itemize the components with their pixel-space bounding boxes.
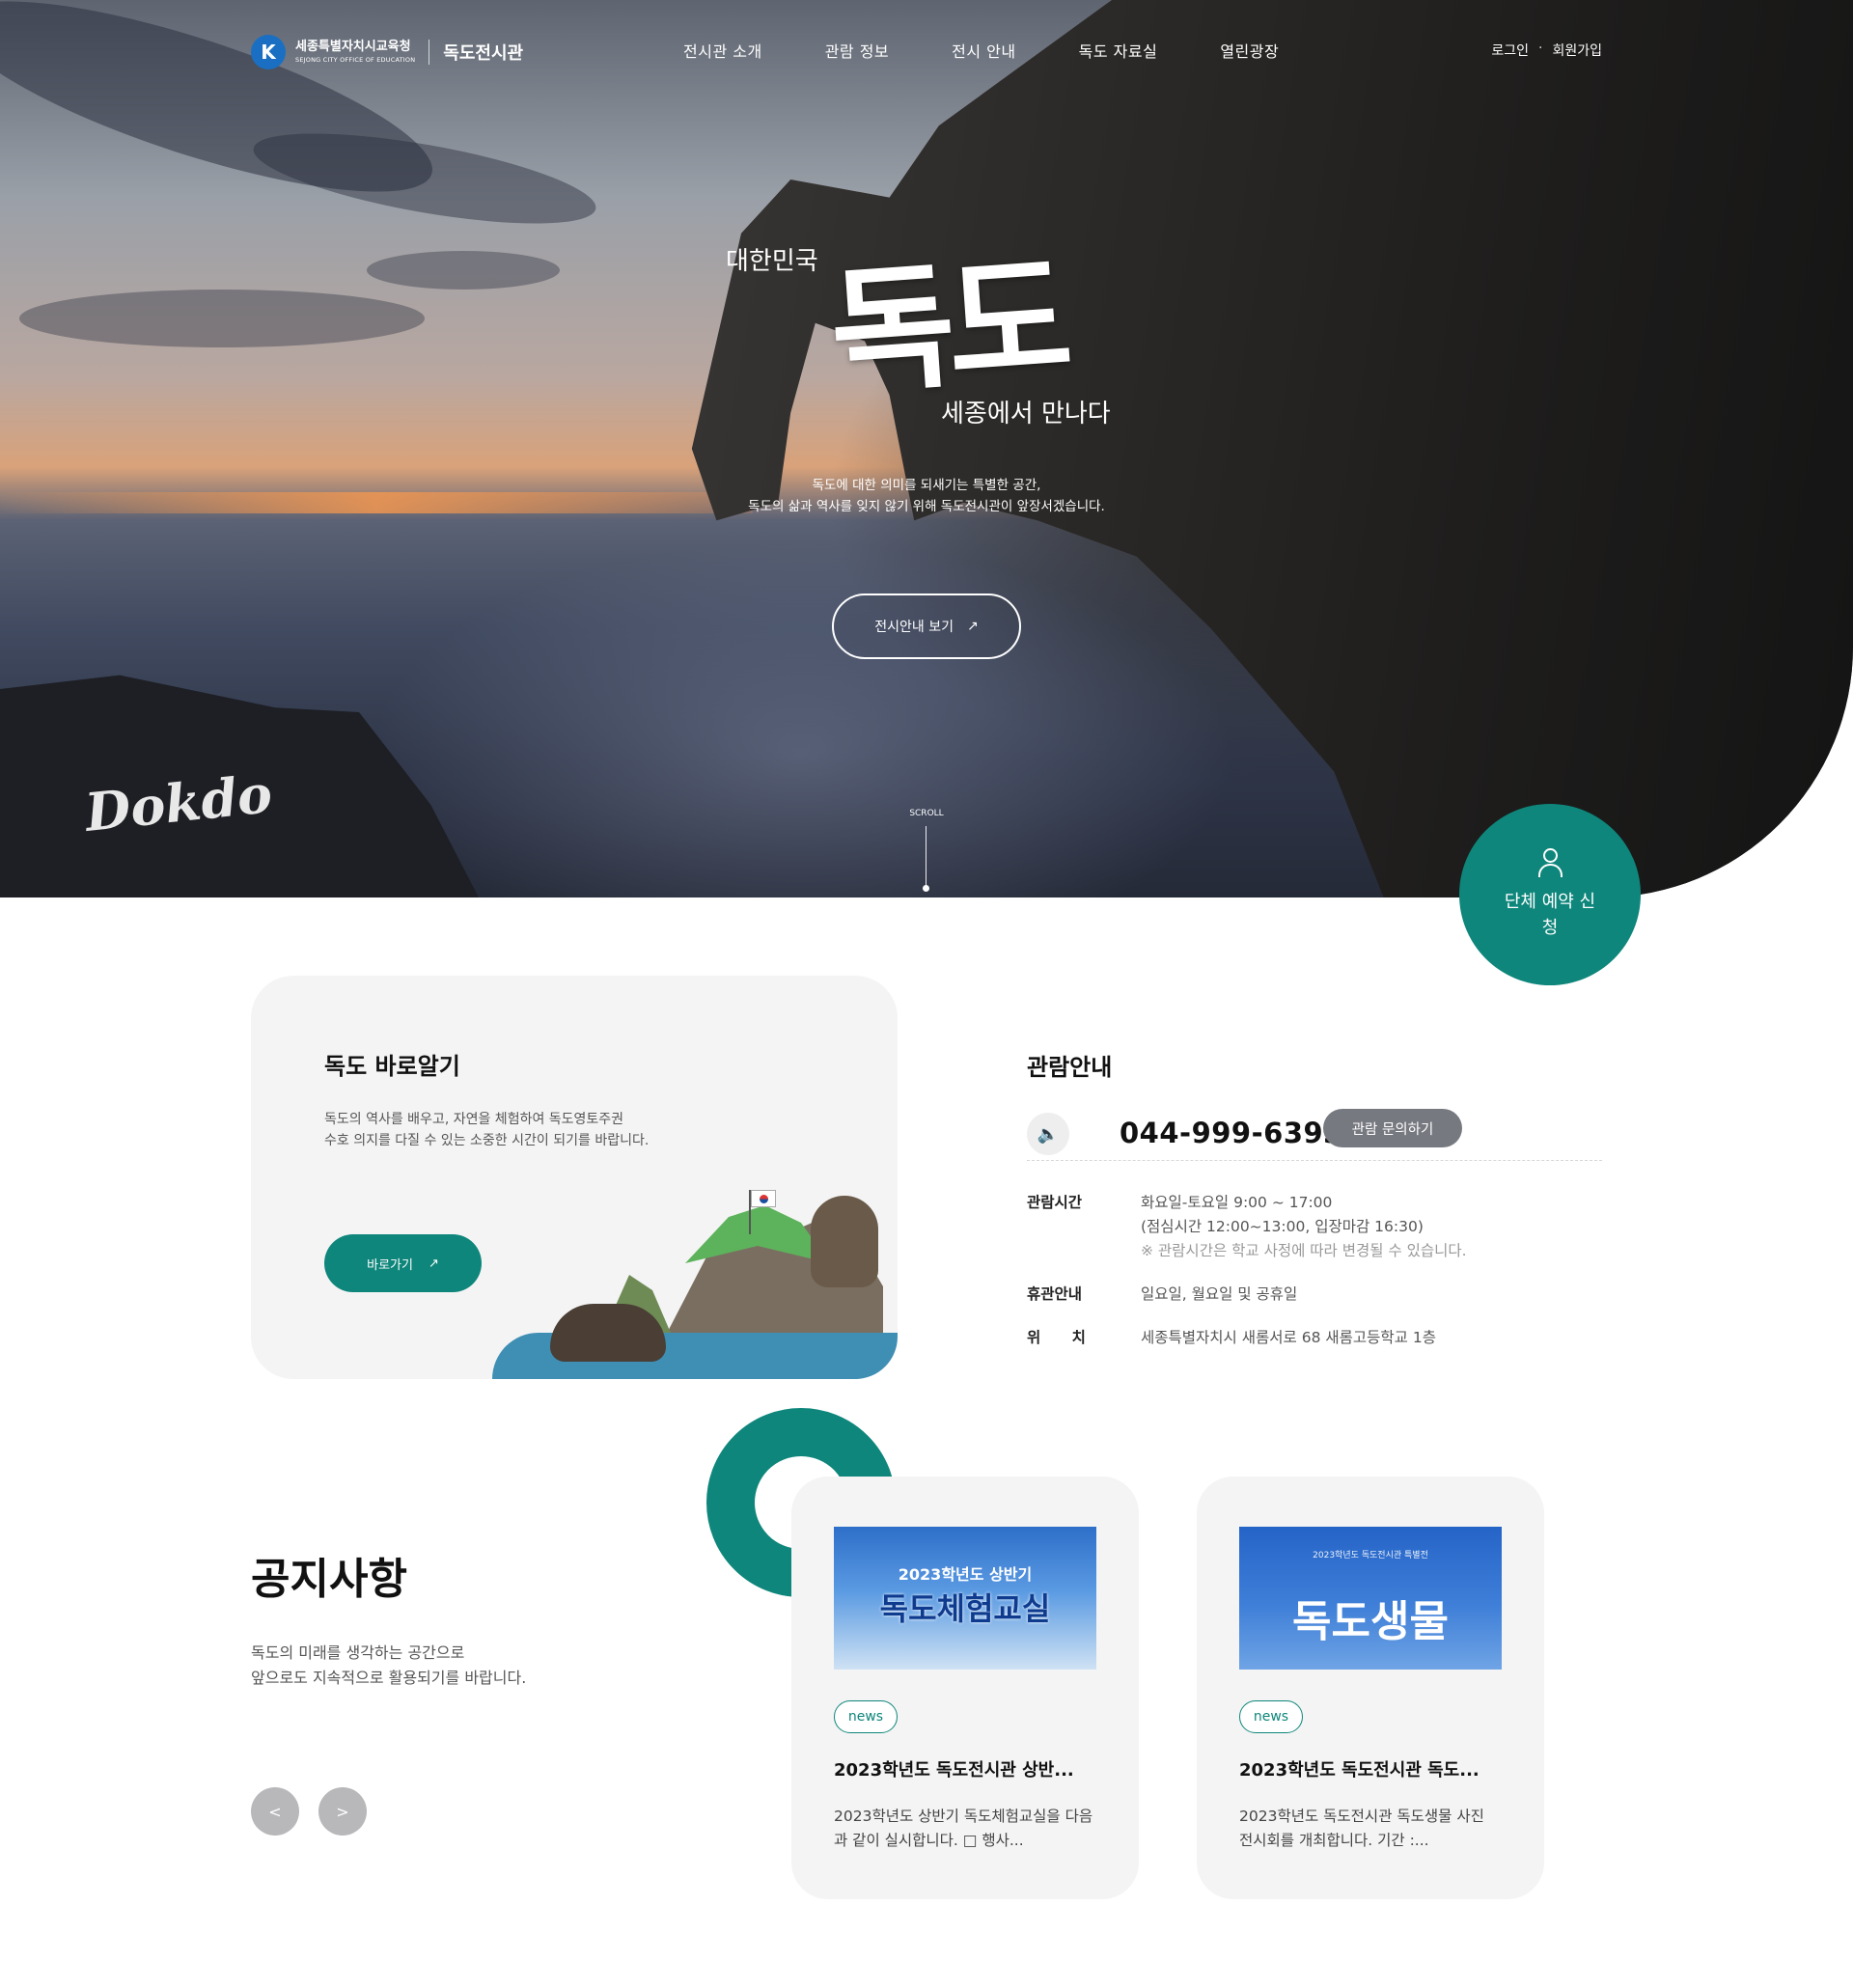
sea-lion-illustration <box>811 1196 878 1287</box>
arrow-up-right-icon: ↗ <box>428 1256 439 1271</box>
dokdo-island-illustration <box>492 1157 898 1379</box>
go-intro-button[interactable]: 바로가기 ↗ <box>324 1234 482 1292</box>
news-thumbnail: 2023학년도 상반기 독도체험교실 <box>834 1527 1096 1670</box>
go-intro-label: 바로가기 <box>367 1257 413 1273</box>
group-reservation-label: 단체 예약 신청 <box>1504 892 1596 938</box>
hours-value: 화요일-토요일 9:00 ~ 17:00 <box>1141 1194 1333 1211</box>
org-name-en: SEJONG CITY OFFICE OF EDUCATION <box>295 55 416 64</box>
phone-row: 🔈 044-999-6393 관람 문의하기 <box>1027 1103 1602 1161</box>
nav-item-open-square[interactable]: 열린광장 <box>1220 39 1279 62</box>
scroll-dot <box>923 885 929 892</box>
utility-links: 로그인 · 회원가입 <box>1491 41 1602 60</box>
hero-title: 독도 <box>825 238 1069 414</box>
thumb-title: 독도생물 <box>1292 1597 1449 1646</box>
main-nav: 전시관 소개 관람 정보 전시 안내 독도 자료실 열린광장 <box>683 39 1341 62</box>
hero-kicker: 대한민국 <box>726 247 818 276</box>
group-reservation-button[interactable]: 단체 예약 신청 <box>1459 804 1641 985</box>
util-separator: · <box>1538 41 1543 56</box>
location-label: 위 치 <box>1027 1329 1086 1346</box>
intro-description: 독도의 역사를 배우고, 자연을 체험하여 독도영토주권 수호 의지를 다질 수… <box>324 1109 730 1151</box>
phone-number: 044-999-6393 <box>1120 1117 1343 1149</box>
hero-subtitle: 세종에서 만나다 <box>941 400 1111 428</box>
news-card[interactable]: 2023학년도 독도전시관 특별전 독도생물 news 2023학년도 독도전시… <box>1197 1477 1544 1899</box>
nav-item-exhibition[interactable]: 전시 안내 <box>952 39 1015 62</box>
education-office-logo-icon: K <box>251 35 286 69</box>
seal-illustration <box>550 1304 666 1362</box>
news-excerpt: 2023학년도 상반기 독도체험교실을 다음과 같이 실시합니다. □ 행사..… <box>834 1808 1093 1849</box>
hours-label: 관람시간 <box>1027 1194 1083 1211</box>
user-icon <box>1535 848 1564 881</box>
nav-item-archive[interactable]: 독도 자료실 <box>1079 39 1158 62</box>
thumb-subtitle: 2023학년도 상반기 <box>898 1565 1033 1584</box>
hours-row: 관람시간 화요일-토요일 9:00 ~ 17:00 (점심시간 12:00~13… <box>1027 1191 1602 1263</box>
news-tag: news <box>1239 1700 1303 1733</box>
news-title[interactable]: 2023학년도 독도전시관 상반... <box>834 1756 1104 1781</box>
news-tag: news <box>834 1700 898 1733</box>
thumb-title: 독도체험교실 <box>879 1590 1051 1627</box>
closed-label: 휴관안내 <box>1027 1285 1083 1303</box>
hero-description: 독도에 대한 의미를 되새기는 특별한 공간, 독도의 삶과 역사를 잊지 않기… <box>637 475 1216 517</box>
location-row: 위 치 세종특별자치시 새롬서로 68 새롬고등학교 1층 <box>1027 1326 1602 1350</box>
closed-value: 일요일, 월요일 및 공휴일 <box>1141 1285 1298 1303</box>
visit-info: 관람안내 🔈 044-999-6393 관람 문의하기 관람시간 화요일-토요일… <box>1027 1048 1602 1346</box>
next-button[interactable]: > <box>318 1787 367 1836</box>
intro-description-line: 수호 의지를 다질 수 있는 소중한 시간이 되기를 바랍니다. <box>324 1133 650 1148</box>
visit-title: 관람안내 <box>1027 1054 1113 1081</box>
news-title[interactable]: 2023학년도 독도전시관 독도... <box>1239 1756 1509 1781</box>
site-name: 독도전시관 <box>443 43 524 64</box>
intro-description-line: 독도의 역사를 배우고, 자연을 체험하여 독도영토주권 <box>324 1112 624 1127</box>
location-value: 세종특별자치시 새롬서로 68 새롬고등학교 1층 <box>1141 1329 1436 1346</box>
intro-title: 독도 바로알기 <box>324 1053 460 1080</box>
nav-item-visit-info[interactable]: 관람 정보 <box>825 39 889 62</box>
notice-description-line: 앞으로도 지속적으로 활용되기를 바랍니다. <box>251 1669 527 1687</box>
notice-description: 독도의 미래를 생각하는 공간으로 앞으로도 지속적으로 활용되기를 바랍니다. <box>251 1641 637 1691</box>
closed-row: 휴관안내 일요일, 월요일 및 공휴일 <box>1027 1283 1602 1307</box>
hours-lunch: (점심시간 12:00~13:00, 입장마감 16:30) <box>1141 1218 1424 1235</box>
site-logo[interactable]: K 세종특별자치시교육청 SEJONG CITY OFFICE OF EDUCA… <box>251 35 523 69</box>
hours-note: ※ 관람시간은 학교 사정에 따라 변경될 수 있습니다. <box>1141 1242 1467 1259</box>
speaker-icon: 🔈 <box>1027 1113 1069 1155</box>
hero-description-line: 독도의 삶과 역사를 잊지 않기 위해 독도전시관이 앞장서겠습니다. <box>748 499 1105 514</box>
visit-info-rows: 관람시간 화요일-토요일 9:00 ~ 17:00 (점심시간 12:00~13… <box>1027 1191 1602 1369</box>
news-excerpt: 2023학년도 독도전시관 독도생물 사진 전시회를 개최합니다. 기간 :..… <box>1239 1808 1484 1849</box>
news-card[interactable]: 2023학년도 상반기 독도체험교실 news 2023학년도 독도전시관 상반… <box>791 1477 1139 1899</box>
arrow-up-right-icon: ↗ <box>967 619 979 634</box>
thumb-subtitle: 2023학년도 독도전시관 특별전 <box>1313 1551 1428 1560</box>
nav-item-about[interactable]: 전시관 소개 <box>683 39 762 62</box>
signup-link[interactable]: 회원가입 <box>1552 41 1602 60</box>
login-link[interactable]: 로그인 <box>1491 41 1529 60</box>
hero-description-line: 독도에 대한 의미를 되새기는 특별한 공간, <box>812 478 1041 493</box>
exhibition-guide-button[interactable]: 전시안내 보기 ↗ <box>832 594 1021 659</box>
exhibition-guide-label: 전시안내 보기 <box>874 620 954 635</box>
hero-banner: K 세종특별자치시교육청 SEJONG CITY OFFICE OF EDUCA… <box>0 0 1853 897</box>
prev-button[interactable]: < <box>251 1787 299 1836</box>
news-thumbnail: 2023학년도 독도전시관 특별전 독도생물 <box>1239 1527 1502 1670</box>
dokdo-intro-card: 독도 바로알기 독도의 역사를 배우고, 자연을 체험하여 독도영토주권 수호 … <box>251 976 898 1379</box>
korean-flag-icon <box>751 1190 776 1207</box>
scroll-label: SCROLL <box>909 809 944 818</box>
org-name: 세종특별자치시교육청 <box>295 40 411 55</box>
inquiry-button[interactable]: 관람 문의하기 <box>1323 1109 1462 1147</box>
notice-title: 공지사항 <box>251 1555 407 1604</box>
notice-description-line: 독도의 미래를 생각하는 공간으로 <box>251 1643 465 1662</box>
